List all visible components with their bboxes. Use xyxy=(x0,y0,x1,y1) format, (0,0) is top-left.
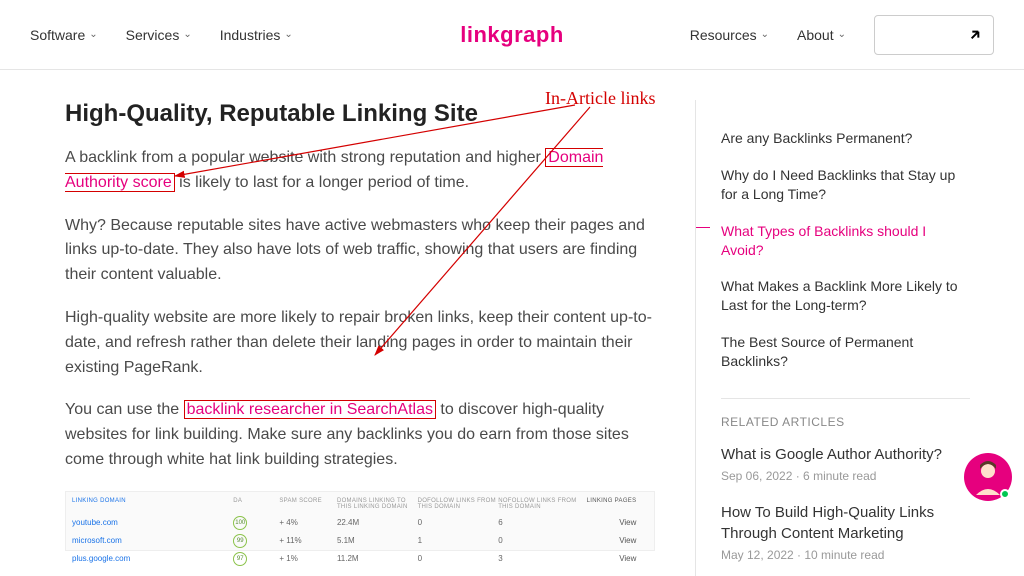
chevron-down-icon: ⌄ xyxy=(838,29,846,40)
nav-software[interactable]: Software⌄ xyxy=(30,27,98,43)
article-main: High-Quality, Reputable Linking Site A b… xyxy=(65,100,655,576)
logo[interactable]: linkgraph xyxy=(460,22,564,48)
chevron-down-icon: ⌄ xyxy=(761,29,769,40)
article-paragraph-4: You can use the backlink researcher in S… xyxy=(65,398,655,472)
related-articles-header: RELATED ARTICLES xyxy=(721,398,970,439)
article-paragraph-2: Why? Because reputable sites have active… xyxy=(65,214,655,288)
view-link[interactable]: View xyxy=(579,536,637,545)
annotation-text: In-Article links xyxy=(545,88,655,109)
nav-about[interactable]: About⌄ xyxy=(797,27,846,43)
online-status-dot xyxy=(1000,489,1010,499)
content-area: High-Quality, Reputable Linking Site A b… xyxy=(0,70,1024,576)
nav-resources[interactable]: Resources⌄ xyxy=(690,27,769,43)
nav-industries[interactable]: Industries⌄ xyxy=(220,27,293,43)
search-box[interactable] xyxy=(874,15,994,55)
table-row: youtube.com100+ 4%22.4M06View xyxy=(72,514,648,532)
toc-item[interactable]: Why do I Need Backlinks that Stay up for… xyxy=(721,157,970,213)
chevron-down-icon: ⌄ xyxy=(284,29,292,40)
toc-item[interactable]: The Best Source of Permanent Backlinks? xyxy=(721,324,970,380)
arrow-up-right-icon xyxy=(967,27,983,43)
main-header: Software⌄ Services⌄ Industries⌄ linkgrap… xyxy=(0,0,1024,70)
related-article[interactable]: How To Build High-Quality Links Through … xyxy=(721,497,970,576)
link-backlink-researcher[interactable]: backlink researcher in SearchAtlas xyxy=(184,400,436,419)
nav-services[interactable]: Services⌄ xyxy=(126,27,192,43)
related-article[interactable]: What is Google Author Authority? Sep 06,… xyxy=(721,439,970,497)
toc-item-active[interactable]: What Types of Backlinks should I Avoid? xyxy=(721,213,970,269)
view-link[interactable]: View xyxy=(579,518,637,527)
article-paragraph-3: High-quality website are more likely to … xyxy=(65,306,655,380)
sidebar: Are any Backlinks Permanent? Why do I Ne… xyxy=(695,100,970,576)
article-paragraph-1: A backlink from a popular website with s… xyxy=(65,146,655,196)
view-link[interactable]: View xyxy=(579,554,637,563)
toc-item[interactable]: Are any Backlinks Permanent? xyxy=(721,120,970,157)
toc-item[interactable]: What Makes a Backlink More Likely to Las… xyxy=(721,268,970,324)
nav-left: Software⌄ Services⌄ Industries⌄ xyxy=(30,27,293,43)
nav-right: Resources⌄ About⌄ xyxy=(690,15,994,55)
chevron-down-icon: ⌄ xyxy=(89,29,97,40)
table-row: microsoft.com99+ 11%5.1M10View xyxy=(72,532,648,550)
backlink-table-preview: LINKING DOMAIN DA SPAM SCORE DOMAINS LIN… xyxy=(65,491,655,551)
chevron-down-icon: ⌄ xyxy=(183,29,191,40)
table-row: plus.google.com97+ 1%11.2M03View xyxy=(72,550,648,568)
chat-avatar[interactable] xyxy=(964,453,1012,501)
